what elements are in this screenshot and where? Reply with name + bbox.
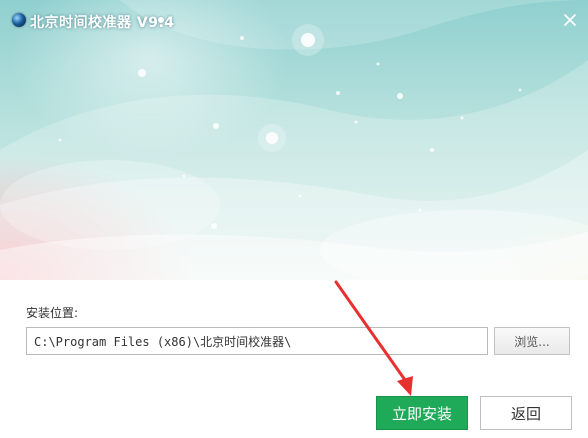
banner-image: [0, 0, 588, 280]
window-title: 北京时间校准器 V9.4: [30, 15, 175, 31]
close-icon: [564, 14, 576, 26]
install-location-label: 安装位置:: [26, 306, 79, 320]
browse-button[interactable]: 浏览...: [494, 327, 570, 355]
banner-waves: [0, 0, 588, 280]
title-dot-icon: [158, 17, 164, 23]
install-path-input[interactable]: [26, 327, 488, 355]
globe-icon: [12, 13, 26, 27]
back-button[interactable]: 返回: [480, 396, 572, 430]
install-now-button[interactable]: 立即安装: [376, 396, 468, 430]
title-bar: 北京时间校准器 V9.4: [0, 0, 588, 42]
close-button[interactable]: [558, 8, 582, 32]
